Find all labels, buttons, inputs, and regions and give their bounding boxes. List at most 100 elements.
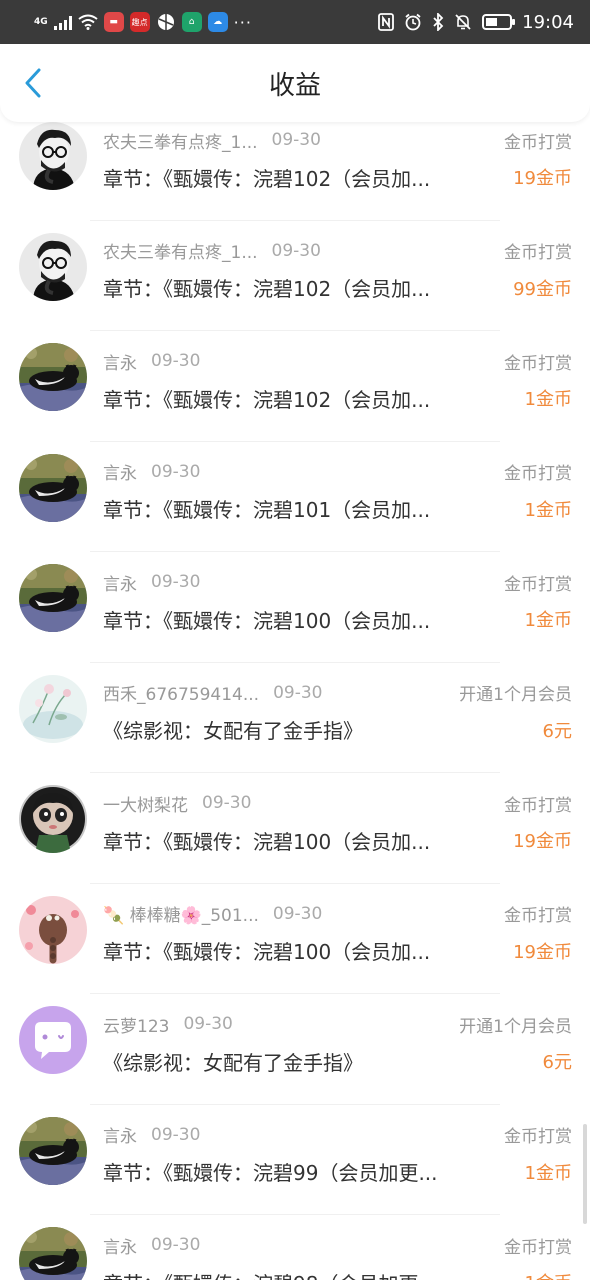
signal-icon: [53, 14, 72, 30]
avatar[interactable]: [19, 1116, 87, 1185]
earning-type: 开通1个月会员: [459, 685, 572, 705]
chevron-left-icon[interactable]: [20, 68, 48, 98]
earning-type: 开通1个月会员: [459, 1016, 572, 1037]
item-meta: 农夫三拳有点疼_1... 09-30 金币打赏: [103, 239, 572, 264]
app-cloud-icon: ☁: [207, 12, 228, 32]
item-amount: 19金币: [513, 941, 572, 963]
status-right: 19:04: [378, 12, 574, 33]
list-item[interactable]: 云萝123 09-30 开通1个月会员《综影视：女配有了金手指》 6元: [0, 994, 590, 1105]
list-item[interactable]: 言永 09-30 金币打赏章节：《甄嬛传：浣碧102（会员加... 1金币: [0, 331, 590, 442]
item-date: 09-30: [272, 903, 323, 924]
more-icon: ···: [233, 12, 252, 32]
item-meta: 云萝123 09-30 开通1个月会员: [103, 1012, 572, 1037]
user-name: 一大树梨花: [103, 795, 188, 816]
list-item[interactable]: 农夫三拳有点疼_1... 09-30 金币打赏 章节：《甄嬛传：浣碧102（会员加..…: [0, 122, 590, 221]
avatar[interactable]: [19, 232, 87, 301]
item-meta: 言永 09-30 金币打赏: [103, 570, 572, 595]
list-item[interactable]: 农夫三拳有点疼_1... 09-30 金币打赏章节：《甄嬛传：浣碧102（会员加..…: [0, 221, 590, 332]
list-item[interactable]: 言永 09-30 金币打赏 章节：《甄嬛传：浣碧101（会员加... 1金币: [0, 442, 590, 553]
list-item[interactable]: 言永 09-30 金币打赏章节：《甄嬛传：浣碧98（会员加更... 1金币: [0, 1215, 590, 1280]
item-date: 09-30: [151, 1124, 201, 1145]
mute-icon: [455, 14, 471, 30]
item-amount: 1金币: [525, 1269, 572, 1280]
item-date: 09-30: [183, 1014, 233, 1034]
item-date: 09-30: [151, 1235, 201, 1255]
page-header: 收益: [0, 44, 590, 122]
item-detail: 章节：《甄嬛传：浣碧102（会员加... 99金币: [103, 273, 572, 303]
avatar[interactable]: [19, 1006, 87, 1074]
user-name: 农夫三拳有点疼_1...: [103, 243, 258, 263]
earning-type: 金币打赏: [504, 243, 572, 263]
item-content: 章节：《甄嬛传：浣碧102（会员加...: [103, 387, 431, 412]
avatar[interactable]: [19, 453, 87, 522]
user-name: 言永: [103, 1237, 137, 1258]
user-name: 言永: [103, 574, 137, 595]
list-item[interactable]: 🍡 棒棒糖🌸_501... 09-30 金币打赏 章节：《甄嬛传：浣碧100（会员加.…: [0, 884, 590, 995]
bluetooth-icon: [433, 13, 444, 31]
earning-type: 金币打赏: [504, 795, 572, 816]
item-detail: 章节：《甄嬛传：浣碧101（会员加... 1金币: [103, 494, 572, 524]
earning-type: 金币打赏: [504, 574, 572, 595]
avatar[interactable]: [19, 1227, 87, 1280]
item-amount: 1金币: [524, 1162, 572, 1184]
avatar[interactable]: [19, 564, 87, 632]
item-amount: 1金币: [524, 499, 572, 521]
item-meta: 言永 09-30 金币打赏: [103, 1233, 572, 1258]
item-meta: 言永 09-30 金币打赏: [103, 1123, 572, 1148]
item-date: 09-30: [271, 240, 321, 261]
scrollbar[interactable]: [583, 1124, 587, 1224]
item-content: 章节：《甄嬛传：浣碧99（会员加更...: [103, 1161, 438, 1185]
item-amount: 99金币: [513, 278, 572, 300]
user-name: 言永: [103, 353, 137, 374]
item-date: 09-30: [271, 130, 321, 150]
item-detail: 章节：《甄嬛传：浣碧100（会员加... 1金币: [103, 604, 572, 634]
item-detail: 《综影视：女配有了金手指》 6元: [103, 715, 572, 745]
app-red-icon: ▬: [103, 12, 124, 32]
avatar[interactable]: [19, 785, 87, 853]
user-name: 言永: [103, 1127, 137, 1147]
status-bar: 4G ▬ 趣点 ⌂ ☁ ··· 19:04: [0, 0, 590, 44]
item-content: 章节：《甄嬛传：浣碧100（会员加...: [103, 829, 431, 854]
item-date: 09-30: [202, 793, 252, 813]
user-name: 云萝123: [103, 1016, 170, 1037]
list-item[interactable]: 西禾_676759414... 09-30 开通1个月会员《综影视：女配有了金手指》…: [0, 663, 590, 774]
clock: 19:04: [522, 11, 574, 33]
item-content: 章节：《甄嬛传：浣碧98（会员加更...: [103, 1268, 438, 1280]
nfc-icon: [378, 13, 395, 31]
item-meta: 🍡 棒棒糖🌸_501... 09-30 金币打赏: [103, 902, 572, 927]
avatar[interactable]: [19, 122, 87, 190]
item-content: 《综影视：女配有了金手指》: [103, 719, 363, 743]
user-name: 言永: [103, 464, 137, 484]
earnings-list[interactable]: 农夫三拳有点疼_1... 09-30 金币打赏 章节：《甄嬛传：浣碧102（会员加..…: [0, 122, 590, 1280]
earning-type: 金币打赏: [504, 132, 572, 153]
avatar[interactable]: [19, 674, 87, 743]
wifi-icon: [78, 14, 98, 30]
item-detail: 章节：《甄嬛传：浣碧102（会员加... 1金币: [103, 383, 572, 413]
item-meta: 言永 09-30 金币打赏: [103, 349, 572, 374]
item-detail: 章节：《甄嬛传：浣碧102（会员加... 19金币: [103, 162, 572, 192]
item-detail: 章节：《甄嬛传：浣碧99（会员加更... 1金币: [103, 1157, 572, 1187]
network-type: 4G: [34, 16, 48, 27]
list-item[interactable]: 言永 09-30 金币打赏 章节：《甄嬛传：浣碧99（会员加更... 1金币: [0, 1105, 590, 1216]
item-amount: 1金币: [524, 610, 572, 631]
avatar[interactable]: [19, 895, 87, 964]
list-item[interactable]: 言永 09-30 金币打赏章节：《甄嬛传：浣碧100（会员加... 1金币: [0, 552, 590, 663]
user-name: 西禾_676759414...: [103, 685, 260, 705]
item-content: 章节：《甄嬛传：浣碧100（会员加...: [103, 608, 431, 633]
item-content: 《综影视：女配有了金手指》: [103, 1050, 363, 1075]
app-home-icon: ⌂: [181, 12, 202, 32]
item-content: 章节：《甄嬛传：浣碧100（会员加...: [103, 940, 431, 964]
item-detail: 章节：《甄嬛传：浣碧100（会员加... 19金币: [103, 936, 572, 966]
battery-icon: [482, 14, 516, 30]
item-content: 章节：《甄嬛传：浣碧102（会员加...: [103, 166, 431, 191]
item-detail: 章节：《甄嬛传：浣碧100（会员加... 19金币: [103, 825, 572, 855]
item-date: 09-30: [273, 682, 323, 703]
page-title: 收益: [268, 70, 321, 101]
item-amount: 6元: [542, 1052, 572, 1073]
list-item[interactable]: 一大树梨花 09-30 金币打赏章节：《甄嬛传：浣碧100（会员加... 19金币: [0, 773, 590, 884]
alarm-icon: [405, 13, 421, 31]
item-date: 09-30: [151, 572, 201, 592]
avatar[interactable]: [19, 343, 87, 411]
item-content: 章节：《甄嬛传：浣碧102（会员加...: [103, 277, 431, 301]
item-meta: 农夫三拳有点疼_1... 09-30 金币打赏: [103, 128, 572, 153]
